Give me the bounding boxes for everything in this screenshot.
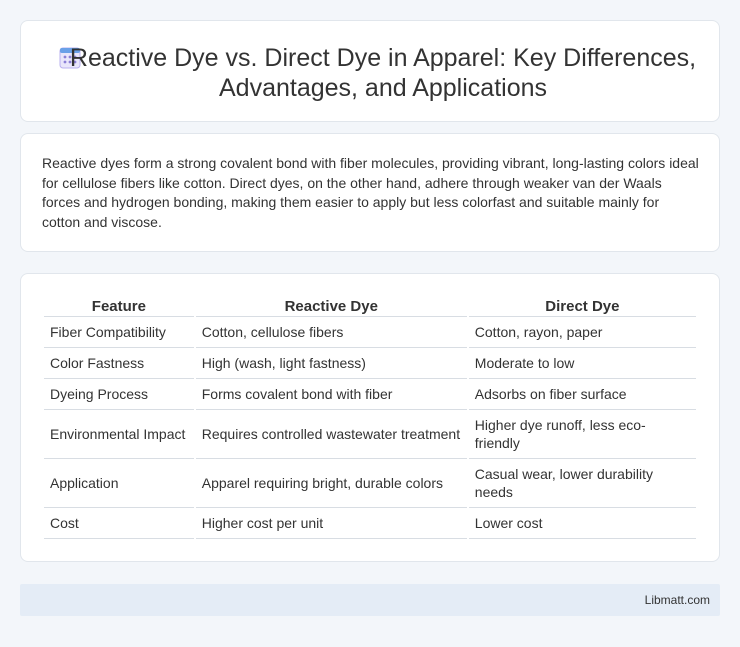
cell-reactive: Higher cost per unit <box>195 508 467 539</box>
cell-feature: Environmental Impact <box>44 410 194 459</box>
header-feature: Feature <box>44 295 194 317</box>
header-reactive-dye: Reactive Dye <box>195 295 467 317</box>
intro-paragraph: Reactive dyes form a strong covalent bon… <box>42 155 699 230</box>
table-row: Color Fastness High (wash, light fastnes… <box>44 348 696 379</box>
title-card: Reactive Dye vs. Direct Dye in Apparel: … <box>20 20 720 122</box>
table-row: Fiber Compatibility Cotton, cellulose fi… <box>44 317 696 348</box>
cell-feature: Color Fastness <box>44 348 194 379</box>
table-row: Environmental Impact Requires controlled… <box>44 410 696 459</box>
cell-direct: Adsorbs on fiber surface <box>468 379 696 410</box>
cell-direct: Cotton, rayon, paper <box>468 317 696 348</box>
intro-card: Reactive dyes form a strong covalent bon… <box>20 133 720 252</box>
cell-feature: Cost <box>44 508 194 539</box>
table-row: Dyeing Process Forms covalent bond with … <box>44 379 696 410</box>
footer: Libmatt.com <box>20 584 720 616</box>
cell-reactive: Forms covalent bond with fiber <box>195 379 467 410</box>
cell-feature: Dyeing Process <box>44 379 194 410</box>
comparison-card: Feature Reactive Dye Direct Dye Fiber Co… <box>20 273 720 562</box>
cell-feature: Application <box>44 459 194 508</box>
cell-reactive: High (wash, light fastness) <box>195 348 467 379</box>
table-row: Cost Higher cost per unit Lower cost <box>44 508 696 539</box>
cell-feature: Fiber Compatibility <box>44 317 194 348</box>
cell-direct: Casual wear, lower durability needs <box>468 459 696 508</box>
page-title: Reactive Dye vs. Direct Dye in Apparel: … <box>69 44 697 102</box>
cell-direct: Moderate to low <box>468 348 696 379</box>
table-header-row: Feature Reactive Dye Direct Dye <box>44 295 696 317</box>
comparison-table: Feature Reactive Dye Direct Dye Fiber Co… <box>42 295 698 539</box>
table-row: Application Apparel requiring bright, du… <box>44 459 696 508</box>
footer-site-link[interactable]: Libmatt.com <box>645 593 710 607</box>
header-direct-dye: Direct Dye <box>468 295 696 317</box>
cell-reactive: Apparel requiring bright, durable colors <box>195 459 467 508</box>
cell-direct: Lower cost <box>468 508 696 539</box>
cell-reactive: Cotton, cellulose fibers <box>195 317 467 348</box>
cell-direct: Higher dye runoff, less eco-friendly <box>468 410 696 459</box>
cell-reactive: Requires controlled wastewater treatment <box>195 410 467 459</box>
